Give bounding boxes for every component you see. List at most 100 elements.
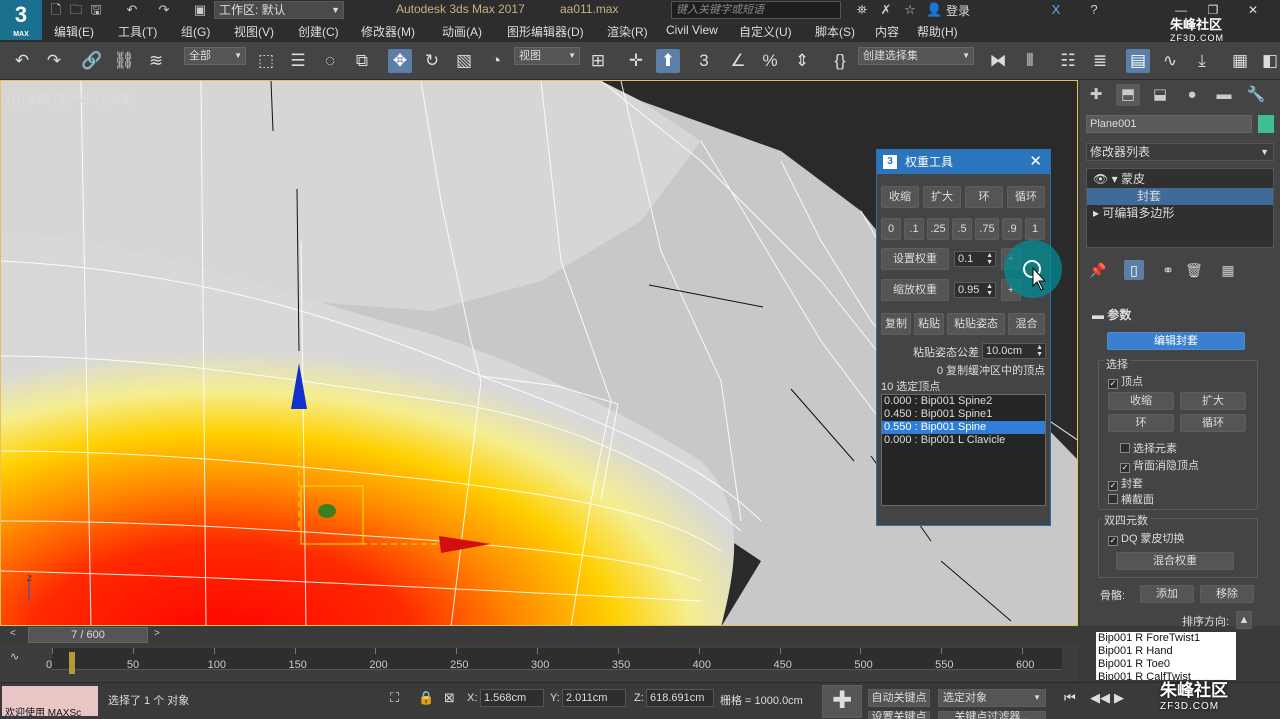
blend-button[interactable]: 混合: [1008, 313, 1045, 335]
percent-snap-icon[interactable]: %: [758, 49, 782, 73]
previous-frame-icon[interactable]: ◀◀: [1090, 690, 1110, 706]
remove-bone-button[interactable]: 移除: [1200, 585, 1254, 603]
check-icon[interactable]: ✓: [1120, 463, 1130, 473]
select-move-icon[interactable]: ✥: [388, 49, 412, 73]
menu-group[interactable]: 组(G): [181, 23, 210, 40]
weight-preset-0-5[interactable]: .5: [952, 218, 972, 240]
link-icon[interactable]: 🔗: [80, 49, 104, 73]
absolute-mode-icon[interactable]: ⊠: [444, 690, 455, 706]
exchange-icon[interactable]: X: [1048, 2, 1064, 18]
add-bone-button[interactable]: 添加: [1140, 585, 1194, 603]
modify-tab-icon[interactable]: ⬒: [1116, 84, 1140, 106]
pin-stack-icon[interactable]: 📌: [1088, 260, 1108, 280]
ring-button[interactable]: 环: [1108, 414, 1174, 432]
remove-modifier-icon[interactable]: 🗑: [1184, 260, 1204, 280]
weight-preset-0[interactable]: 0: [881, 218, 901, 240]
undo-icon[interactable]: ↶: [124, 2, 140, 18]
display-tab-icon[interactable]: ▬: [1212, 84, 1236, 106]
menu-scripting[interactable]: 脚本(S): [815, 23, 855, 40]
ribbon-icon[interactable]: ▤: [1126, 49, 1150, 73]
edit-envelope-button[interactable]: 编辑封套: [1107, 332, 1245, 350]
paste-button[interactable]: 粘贴: [914, 313, 944, 335]
list-item[interactable]: Bip001 R ForeTwist1: [1096, 632, 1236, 645]
slider-next-icon[interactable]: >: [154, 628, 160, 639]
snaps-toggle-icon[interactable]: 3: [692, 49, 716, 73]
circle-selection-icon[interactable]: ◌: [318, 49, 342, 73]
align-icon[interactable]: ⫴: [1018, 49, 1042, 73]
list-item-selected[interactable]: 0.550 : Bip001 Spine: [882, 421, 1045, 434]
vertex-weight-list[interactable]: 0.000 : Bip001 Spine2 0.450 : Bip001 Spi…: [881, 394, 1046, 506]
subscription-icon[interactable]: ✗: [878, 2, 894, 18]
app-logo[interactable]: 3 MAX: [0, 0, 42, 40]
dialog-title-bar[interactable]: 3 权重工具 ✕: [877, 150, 1050, 174]
select-rotate-icon[interactable]: ↻: [420, 49, 444, 73]
named-selection-dropdown[interactable]: 创建选择集 ▼: [858, 47, 974, 65]
set-weight-button[interactable]: 设置权重: [881, 248, 949, 270]
menu-animation[interactable]: 动画(A): [442, 23, 482, 40]
track-area[interactable]: [52, 648, 1062, 674]
maxscript-listener[interactable]: 欢迎使用 MAXSc: [2, 686, 98, 716]
key-filters-button[interactable]: 关键点过滤器...: [938, 711, 1046, 719]
utilities-tab-icon[interactable]: 🔧: [1244, 84, 1268, 106]
menu-graph-editors[interactable]: 图形编辑器(D): [507, 23, 584, 40]
material-editor-icon[interactable]: ▦: [1228, 49, 1252, 73]
set-key-button[interactable]: 设置关键点: [868, 711, 930, 719]
time-slider-thumb[interactable]: 7 / 600: [28, 627, 148, 643]
copy-button[interactable]: 复制: [881, 313, 911, 335]
blend-weights-button[interactable]: 混合权重: [1116, 552, 1234, 570]
weight-preset-0-1[interactable]: .1: [904, 218, 924, 240]
configure-sets-icon[interactable]: ▦: [1218, 260, 1238, 280]
close-icon[interactable]: ✕: [1029, 150, 1042, 174]
list-item[interactable]: 0.450 : Bip001 Spine1: [882, 408, 1045, 421]
spinner-arrows-icon[interactable]: ▲ ▼: [986, 252, 993, 266]
current-frame-marker[interactable]: [69, 652, 76, 674]
hierarchy-tab-icon[interactable]: ⬓: [1148, 84, 1172, 106]
save-icon[interactable]: 🖫: [88, 2, 104, 18]
checkbox-icon[interactable]: [1108, 494, 1118, 504]
menu-edit[interactable]: 编辑(E): [54, 23, 94, 40]
window-crossing-icon[interactable]: ⧉: [350, 49, 374, 73]
new-file-icon[interactable]: 🗋: [48, 2, 64, 18]
dq-skinning-checkbox[interactable]: ✓ DQ 蒙皮切换: [1108, 530, 1185, 546]
bind-space-warp-icon[interactable]: ≋: [144, 49, 168, 73]
search-input[interactable]: 键入关键字或短语: [671, 1, 841, 19]
select-by-name-icon[interactable]: ☰: [286, 49, 310, 73]
show-end-result-icon[interactable]: ▯: [1124, 260, 1144, 280]
menu-tools[interactable]: 工具(T): [118, 23, 157, 40]
placement-icon[interactable]: ◔: [484, 49, 508, 73]
redo-icon[interactable]: ↷: [156, 2, 172, 18]
make-unique-icon[interactable]: ⚭: [1158, 260, 1178, 280]
grow-button[interactable]: 扩大: [1180, 392, 1246, 410]
envelopes-checkbox[interactable]: ✓ 封套: [1108, 475, 1143, 491]
z-coordinate-field[interactable]: 618.691cm: [646, 689, 714, 707]
create-tab-icon[interactable]: ✚: [1084, 84, 1108, 106]
backface-cull-checkbox[interactable]: ✓ 背面消隐顶点: [1120, 457, 1199, 473]
project-icon[interactable]: ▣: [192, 2, 208, 18]
menu-create[interactable]: 创建(C): [298, 23, 339, 40]
scene-explorer-icon[interactable]: ☷: [1056, 49, 1080, 73]
vertices-checkbox[interactable]: ✓ 顶点: [1108, 373, 1143, 389]
mirror-icon[interactable]: ⧓: [986, 49, 1010, 73]
shrink-button[interactable]: 收缩: [881, 186, 919, 208]
stack-item-envelope[interactable]: 封套: [1087, 188, 1273, 205]
lock-icon[interactable]: 🔒: [418, 690, 434, 706]
x-coordinate-field[interactable]: 1.568cm: [480, 689, 544, 707]
open-file-icon[interactable]: 🗀: [68, 2, 84, 18]
isolate-selection-icon[interactable]: ⛶: [390, 690, 399, 706]
eye-icon[interactable]: 👁: [1093, 172, 1108, 186]
spinner-arrows-icon[interactable]: ▲ ▼: [986, 283, 993, 297]
menu-content[interactable]: 内容: [875, 23, 899, 40]
user-icon[interactable]: 👤: [926, 2, 942, 18]
stack-item-skin[interactable]: 👁 ▾ 蒙皮: [1087, 171, 1273, 188]
modifier-list-dropdown[interactable]: 修改器列表 ▼: [1086, 143, 1274, 161]
object-color-swatch[interactable]: [1258, 115, 1274, 133]
list-item[interactable]: Bip001 R Toe0: [1096, 658, 1236, 671]
select-scale-icon[interactable]: ▧: [452, 49, 476, 73]
menu-customize[interactable]: 自定义(U): [739, 23, 792, 40]
viewport-label[interactable]: [+] [透视] [用户定义] [边面]: [7, 91, 135, 107]
time-slider[interactable]: < 7 / 600 >: [0, 626, 1078, 644]
rollout-parameters[interactable]: ▬ 参数: [1092, 306, 1131, 323]
select-element-checkbox[interactable]: 选择元素: [1120, 440, 1177, 456]
menu-help[interactable]: 帮助(H): [917, 23, 958, 40]
sort-up-button[interactable]: ▲: [1236, 611, 1252, 629]
